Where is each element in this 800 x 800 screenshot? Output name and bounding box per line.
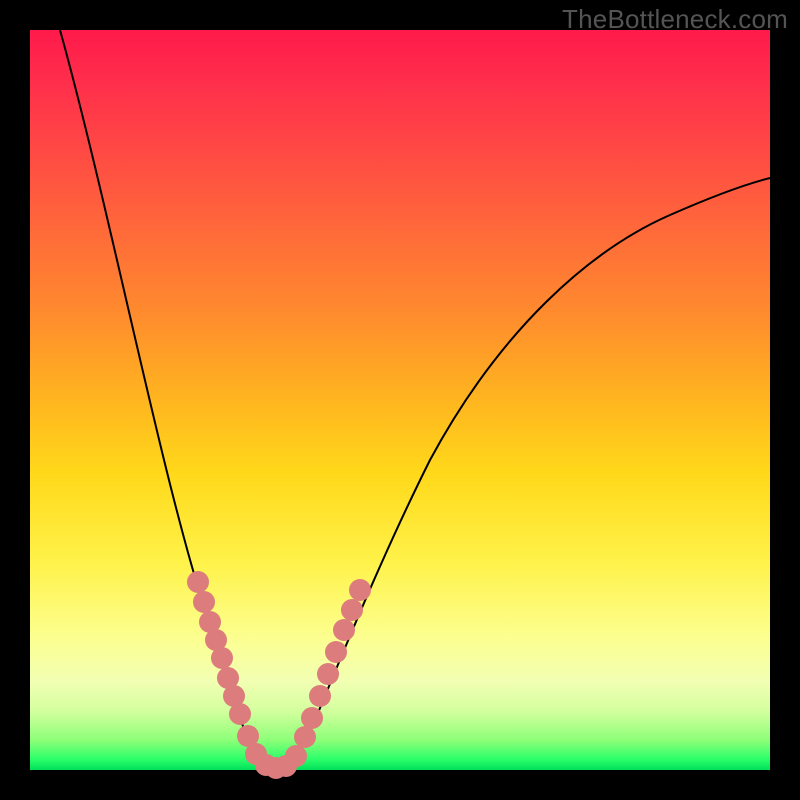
highlight-dot xyxy=(349,579,371,601)
highlight-dot xyxy=(211,647,233,669)
highlight-dot xyxy=(309,685,331,707)
chart-container: TheBottleneck.com xyxy=(0,0,800,800)
highlight-dot xyxy=(193,591,215,613)
highlight-dot xyxy=(294,726,316,748)
highlight-dot xyxy=(285,745,307,767)
highlight-dot xyxy=(333,619,355,641)
highlight-dot xyxy=(341,599,363,621)
watermark-text: TheBottleneck.com xyxy=(562,4,788,35)
curve-svg xyxy=(30,30,770,770)
highlight-dot xyxy=(317,663,339,685)
highlight-dot xyxy=(229,703,251,725)
highlight-dot xyxy=(187,571,209,593)
highlight-dots-group xyxy=(187,571,371,779)
bottleneck-curve xyxy=(60,30,770,768)
highlight-dot xyxy=(301,707,323,729)
plot-area xyxy=(30,30,770,770)
highlight-dot xyxy=(325,641,347,663)
